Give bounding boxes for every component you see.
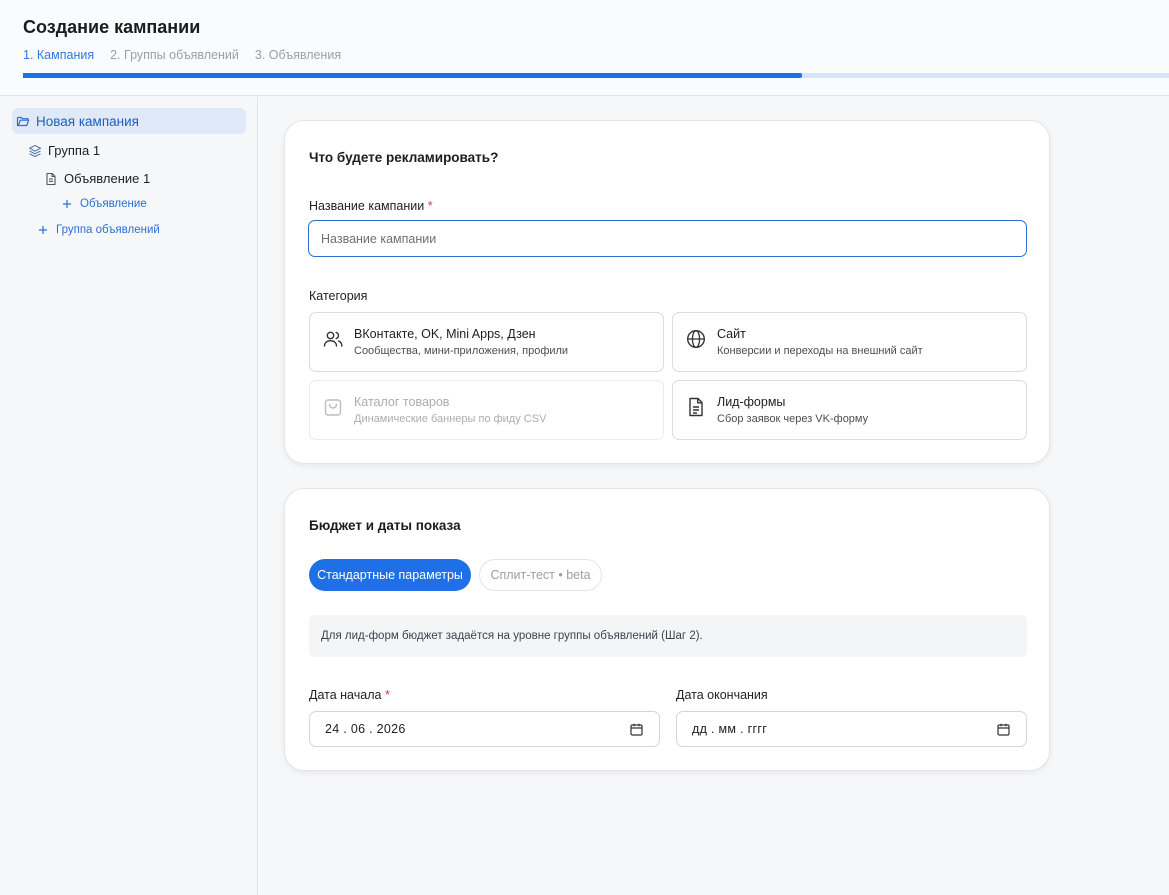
calendar-icon[interactable]: [997, 723, 1010, 736]
card-title-budget: Бюджет и даты показа: [309, 518, 461, 533]
campaign-name-label-text: Название кампании: [309, 199, 425, 213]
calendar-icon[interactable]: [630, 723, 643, 736]
required-mark: *: [384, 688, 390, 702]
layers-icon: [28, 144, 42, 158]
plus-icon: [60, 197, 74, 211]
budget-dates-card: Бюджет и даты показа Стандартные парамет…: [284, 488, 1050, 771]
tab-standard-params[interactable]: Стандартные параметры: [309, 559, 471, 591]
end-date-label: Дата окончания: [676, 688, 768, 702]
step-campaign[interactable]: 1. Кампания: [23, 48, 94, 62]
sidebar-item-campaign[interactable]: Новая кампания: [12, 108, 246, 134]
campaign-name-input[interactable]: [308, 220, 1027, 257]
category-subtitle: Динамические баннеры по фиду CSV: [354, 413, 547, 425]
users-icon: [322, 328, 344, 350]
category-subtitle: Сбор заявок через VK-форму: [717, 413, 869, 425]
end-date-value: дд . мм . гггг: [692, 722, 768, 736]
campaign-name-label: Название кампании *: [309, 199, 433, 213]
category-title: Сайт: [717, 327, 746, 341]
budget-note: Для лид-форм бюджет задаётся на уровне г…: [309, 615, 1027, 657]
sidebar: Новая кампания Группа 1 Объявление 1 Объ…: [0, 97, 258, 895]
sidebar-item-ad[interactable]: Объявление 1: [44, 171, 150, 186]
document-icon: [685, 396, 707, 418]
category-site[interactable]: Сайт Конверсии и переходы на внешний сай…: [672, 312, 1027, 372]
page-title: Создание кампании: [23, 17, 201, 37]
plus-icon: [36, 223, 50, 237]
tab-split-test[interactable]: Сплит-тест • beta: [479, 559, 602, 591]
category-label: Категория: [309, 289, 368, 303]
folder-open-icon: [16, 114, 30, 128]
step-ad-groups[interactable]: 2. Группы объявлений: [110, 48, 239, 62]
step-ads[interactable]: 3. Объявления: [255, 48, 341, 62]
category-catalog: Каталог товаров Динамические баннеры по …: [309, 380, 664, 440]
category-subtitle: Конверсии и переходы на внешний сайт: [717, 345, 923, 357]
category-lead-forms[interactable]: Лид-формы Сбор заявок через VK-форму: [672, 380, 1027, 440]
category-title: Каталог товаров: [354, 395, 450, 409]
sidebar-campaign-label: Новая кампания: [36, 113, 139, 129]
required-mark: *: [427, 199, 433, 213]
category-title: ВКонтакте, OK, Mini Apps, Дзен: [354, 327, 536, 341]
start-date-label-text: Дата начала: [309, 688, 382, 702]
sidebar-ad-label: Объявление 1: [64, 171, 151, 186]
start-date-label: Дата начала *: [309, 688, 390, 702]
campaign-object-card: Что будете рекламировать? Название кампа…: [284, 120, 1050, 464]
progress-fill: [23, 73, 803, 78]
sidebar-group-label: Группа 1: [48, 143, 101, 158]
add-group-button[interactable]: Группа объявлений: [36, 223, 160, 237]
stepper: 1. Кампания 2. Группы объявлений 3. Объя…: [23, 48, 341, 62]
category-title: Лид-формы: [717, 395, 786, 409]
top-bar: Создание кампании 1. Кампания 2. Группы …: [0, 0, 1169, 96]
category-vk[interactable]: ВКонтакте, OK, Mini Apps, Дзен Сообществ…: [309, 312, 664, 372]
category-subtitle: Сообщества, мини-приложения, профили: [354, 345, 569, 357]
globe-icon: [685, 328, 707, 350]
add-group-label: Группа объявлений: [56, 224, 160, 236]
card-title-object: Что будете рекламировать?: [309, 150, 499, 165]
progress-bar: [23, 73, 1169, 78]
start-date-value: 24 . 06 . 2026: [325, 722, 406, 736]
end-date-input[interactable]: дд . мм . гггг: [676, 711, 1027, 747]
document-icon: [44, 172, 58, 186]
start-date-input[interactable]: 24 . 06 . 2026: [309, 711, 660, 747]
add-ad-button[interactable]: Объявление: [60, 197, 147, 211]
bag-icon: [322, 396, 344, 418]
sidebar-item-group[interactable]: Группа 1: [28, 143, 100, 158]
add-ad-label: Объявление: [80, 198, 147, 210]
